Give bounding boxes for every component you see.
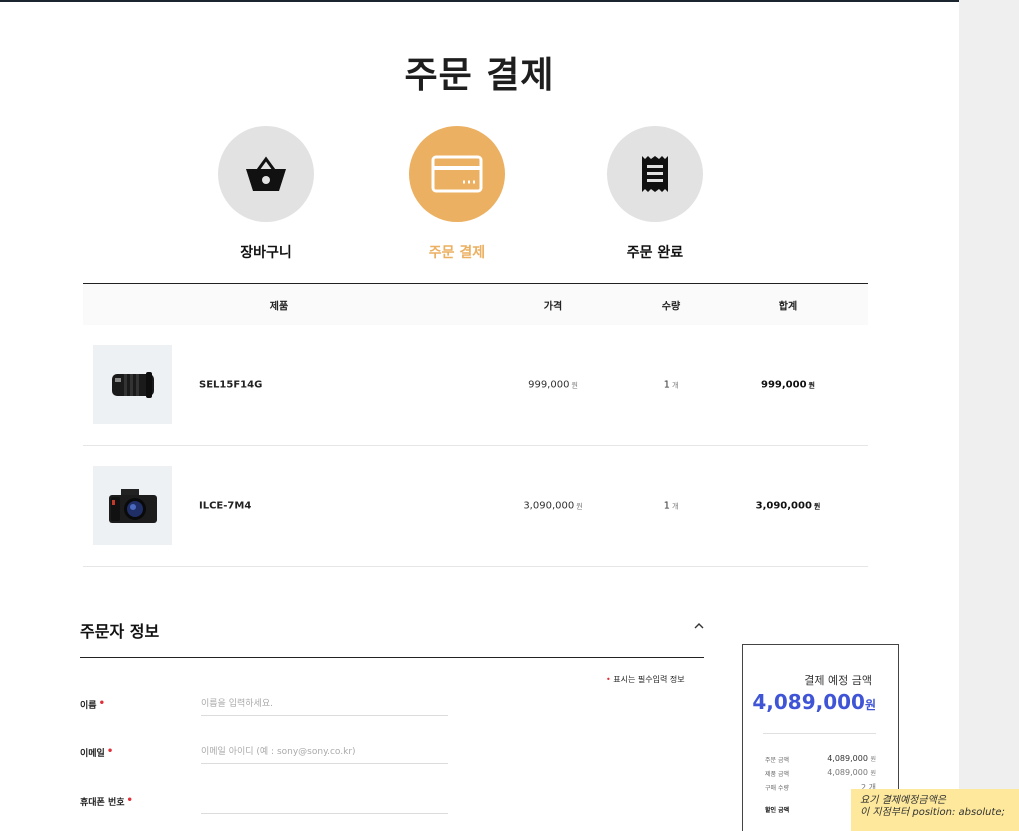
annotation-line-2: 이 지점부터 position: absolute;	[860, 807, 1005, 818]
product-amount-number: 4,089,000	[827, 768, 868, 777]
phone-label: 휴대폰 번호 •	[80, 795, 133, 808]
price-value: 3,090,000	[523, 500, 575, 512]
total-value: 999,000	[761, 379, 807, 391]
product-qty: 1개	[664, 380, 679, 391]
total-unit: 원	[813, 502, 821, 511]
order-amount-row: 주문 금액 4,089,000 원	[765, 754, 876, 764]
price-value: 999,000	[528, 379, 570, 391]
receipt-icon	[642, 156, 668, 192]
product-amount-unit: 원	[870, 770, 876, 777]
credit-card-icon	[431, 155, 483, 193]
payment-title: 결제 예정 금액	[804, 674, 872, 687]
step-complete-circle	[607, 126, 703, 222]
step-checkout: 주문 결제	[377, 126, 537, 262]
step-complete: 주문 완료	[575, 126, 735, 262]
payment-amount-unit: 원	[864, 698, 876, 712]
step-cart-circle	[218, 126, 314, 222]
step-checkout-label: 주문 결제	[428, 245, 486, 261]
header-total: 합계	[778, 301, 798, 312]
cart-table: 제품 가격 수량 합계 SEL15F14G 999,000 원 1개 999,00…	[83, 283, 868, 567]
product-qty: 1개	[664, 501, 679, 512]
step-cart: 장바구니	[186, 126, 346, 262]
camera-image[interactable]	[93, 466, 172, 545]
product-name[interactable]: SEL15F14G	[199, 380, 262, 391]
phone-field[interactable]	[201, 790, 448, 814]
chevron-up-icon[interactable]	[692, 621, 706, 631]
qty-unit: 개	[671, 502, 679, 511]
required-mark: •	[106, 746, 114, 757]
table-header: 제품 가격 수량 합계	[83, 283, 868, 325]
product-total: 999,000 원	[761, 380, 815, 391]
annotation-line-1: 요기 결제예정금액은	[860, 795, 946, 806]
required-mark: •	[98, 698, 105, 709]
step-complete-label: 주문 완료	[626, 245, 684, 261]
product-name[interactable]: ILCE-7M4	[199, 501, 251, 512]
price-unit: 원	[576, 502, 583, 511]
qty-value: 1	[663, 500, 670, 512]
name-field[interactable]	[201, 692, 448, 716]
product-total: 3,090,000 원	[756, 501, 821, 512]
product-price: 999,000 원	[528, 380, 578, 391]
price-unit: 원	[571, 381, 578, 390]
table-row: SEL15F14G 999,000 원 1개 999,000 원	[83, 325, 868, 446]
page-title: 주문 결제	[404, 55, 555, 96]
payment-amount: 4,089,000원	[752, 690, 876, 714]
table-row: ILCE-7M4 3,090,000 원 1개 3,090,000 원	[83, 446, 868, 567]
total-value: 3,090,000	[755, 500, 812, 512]
top-divider	[0, 0, 959, 2]
name-label: 이름 •	[80, 698, 105, 711]
lens-image[interactable]	[93, 345, 172, 424]
order-amount-value: 4,089,000 원	[827, 754, 876, 763]
basket-icon	[246, 156, 286, 191]
orderer-divider	[80, 657, 704, 658]
order-amount-label: 주문 금액	[765, 757, 789, 764]
discount-label: 할인 금액	[765, 807, 790, 814]
required-mark: •	[606, 675, 611, 684]
payment-amount-value: 4,089,000	[752, 690, 865, 714]
right-gutter	[959, 0, 1019, 831]
header-qty: 수량	[661, 301, 681, 312]
required-note-text: 표시는 필수입력 정보	[613, 675, 685, 684]
order-amount-unit: 원	[870, 756, 876, 763]
header-product: 제품	[269, 301, 289, 312]
email-label: 이메일 •	[80, 746, 113, 759]
product-amount-row: 제품 금액 4,089,000 원	[765, 768, 876, 778]
name-label-text: 이름	[80, 701, 97, 711]
purchase-qty-label: 구매 수량	[765, 785, 789, 792]
payment-divider	[763, 733, 876, 734]
header-price: 가격	[543, 301, 563, 312]
qty-unit: 개	[671, 381, 679, 390]
product-amount-label: 제품 금액	[765, 771, 789, 778]
order-amount-number: 4,089,000	[827, 754, 868, 763]
product-amount-value: 4,089,000 원	[827, 768, 876, 777]
required-note: • 표시는 필수입력 정보	[606, 674, 685, 685]
step-checkout-circle	[409, 126, 505, 222]
email-label-text: 이메일	[80, 749, 105, 759]
required-mark: •	[126, 795, 133, 806]
orderer-section-title: 주문자 정보	[80, 622, 160, 641]
step-cart-label: 장바구니	[240, 245, 292, 261]
annotation-note: 요기 결제예정금액은 이 지점부터 position: absolute;	[851, 789, 1019, 831]
qty-value: 1	[663, 379, 670, 391]
total-unit: 원	[808, 381, 815, 390]
phone-label-text: 휴대폰 번호	[80, 798, 125, 808]
email-field[interactable]	[201, 740, 448, 764]
product-price: 3,090,000 원	[523, 501, 582, 512]
